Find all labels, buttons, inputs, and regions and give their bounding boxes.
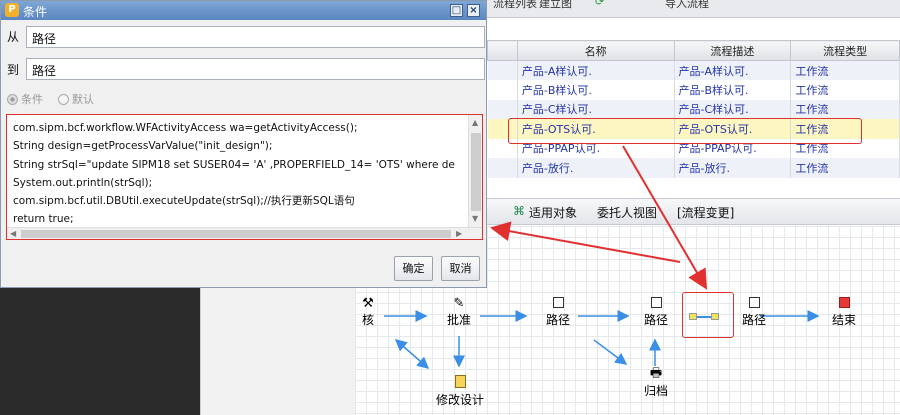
review-icon: ⚒: [362, 296, 374, 311]
path-node-icon: [748, 297, 760, 308]
to-label: 到: [7, 63, 20, 77]
flow-arrow: [394, 339, 430, 369]
scroll-thumb[interactable]: [471, 133, 481, 211]
dialog-titlebar[interactable]: P 条件 □ ×: [1, 1, 486, 20]
code-line: com.sipm.bcf.workflow.WFActivityAccess w…: [13, 122, 358, 134]
vertical-scrollbar[interactable]: ▲ ▼: [468, 115, 482, 227]
to-field[interactable]: 路径: [26, 58, 485, 80]
cancel-button[interactable]: 取消: [441, 256, 480, 281]
end-node-icon: [838, 297, 850, 308]
radio-default[interactable]: 默认: [58, 91, 94, 107]
selected-transition-line[interactable]: [697, 316, 711, 318]
code-line: com.sipm.bcf.util.DBUtil.executeUpdate(s…: [13, 195, 355, 208]
annotation-arrow: [490, 221, 681, 263]
transition-start-handle[interactable]: [689, 313, 697, 320]
maximize-icon[interactable]: □: [450, 4, 463, 17]
path-node-icon: [650, 297, 662, 308]
flow-node-modify-design[interactable]: 修改设计: [430, 375, 490, 408]
flow-node-path-3[interactable]: 路径: [736, 297, 772, 328]
from-label: 从: [7, 30, 20, 44]
transition-end-handle[interactable]: [711, 313, 719, 320]
dialog-title: 条件: [23, 5, 48, 19]
radio-dot-icon: [7, 94, 18, 105]
scroll-right-icon[interactable]: ▶: [456, 229, 462, 239]
horizontal-scrollbar[interactable]: ◀ ▶: [7, 227, 482, 239]
app-logo-icon: P: [5, 3, 19, 17]
flow-node-approve[interactable]: ✎ 批准: [440, 296, 478, 328]
flow-arrow: [593, 339, 628, 365]
code-line: String strSql="update SIPM18 set SUSER04…: [13, 158, 455, 171]
radio-condition[interactable]: 条件: [7, 91, 43, 107]
code-line: String design=getProcessVarValue("init_d…: [13, 140, 273, 153]
flow-node-archive[interactable]: 🖶 归档: [638, 366, 674, 399]
flow-node-path-2[interactable]: 路径: [638, 297, 674, 328]
code-line: System.out.println(strSql);: [13, 176, 153, 189]
archive-icon: 🖶: [649, 366, 663, 381]
radio-dot-icon: [58, 94, 69, 105]
scroll-down-icon[interactable]: ▼: [472, 214, 478, 224]
approve-icon: ✎: [453, 296, 465, 311]
condition-dialog: P 条件 □ × 从 路径 到 路径 条件 默认 com.sipm.bcf.wo…: [0, 0, 487, 288]
condition-script-editor[interactable]: com.sipm.bcf.workflow.WFActivityAccess w…: [6, 114, 483, 240]
path-node-icon: [552, 297, 564, 308]
document-icon: [454, 375, 466, 388]
scroll-up-icon[interactable]: ▲: [472, 118, 478, 128]
flow-node-path-1[interactable]: 路径: [540, 297, 576, 328]
scroll-left-icon[interactable]: ◀: [10, 229, 16, 239]
from-field[interactable]: 路径: [26, 26, 485, 48]
script-text[interactable]: com.sipm.bcf.workflow.WFActivityAccess w…: [13, 119, 469, 229]
scroll-thumb[interactable]: [21, 230, 451, 238]
ok-button[interactable]: 确定: [394, 256, 433, 281]
flow-node-end[interactable]: 结束: [826, 297, 862, 328]
annotation-arrow: [622, 145, 708, 290]
close-icon[interactable]: ×: [467, 4, 480, 17]
flow-node-review[interactable]: ⚒ 核: [357, 296, 379, 328]
